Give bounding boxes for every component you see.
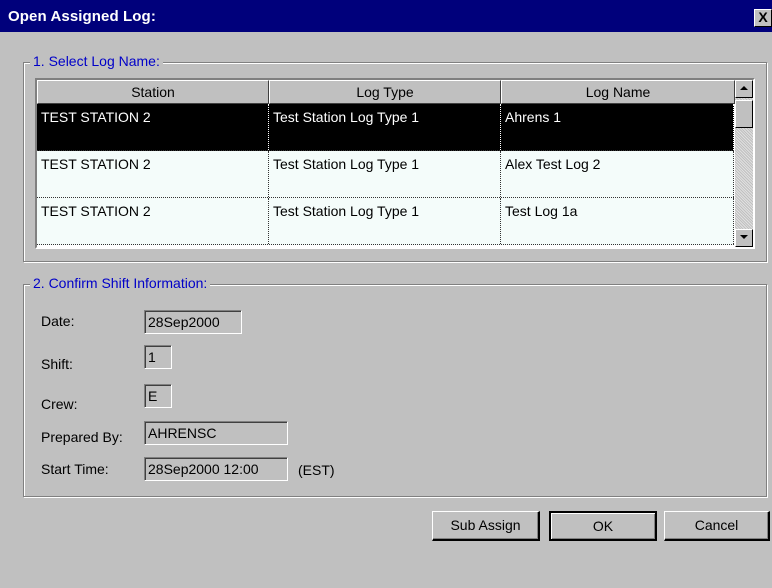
date-field[interactable]: 28Sep2000	[144, 310, 242, 334]
cell-station: TEST STATION 2	[37, 198, 269, 244]
close-button[interactable]: X	[754, 9, 772, 27]
scroll-thumb[interactable]	[735, 100, 753, 128]
crew-label: Crew:	[41, 396, 78, 412]
prepared-by-field[interactable]: AHRENSC	[144, 421, 288, 445]
table-row[interactable]: TEST STATION 2 Test Station Log Type 1 A…	[37, 104, 734, 151]
cell-log-name: Test Log 1a	[501, 198, 734, 244]
prepared-by-label: Prepared By:	[41, 429, 123, 445]
scroll-up-button[interactable]	[735, 80, 753, 98]
grid-header: Station Log Type Log Name	[37, 80, 737, 104]
confirm-shift-legend: 2. Confirm Shift Information:	[30, 275, 211, 291]
title-bar[interactable]: Open Assigned Log: X	[0, 0, 772, 32]
cell-log-name: Alex Test Log 2	[501, 151, 734, 197]
close-icon: X	[758, 9, 768, 25]
crew-field[interactable]: E	[144, 384, 172, 408]
cell-log-type: Test Station Log Type 1	[269, 104, 501, 150]
timezone-label: (EST)	[298, 462, 335, 478]
ok-button[interactable]: OK	[549, 511, 657, 541]
cancel-button[interactable]: Cancel	[664, 511, 770, 541]
arrow-down-icon	[740, 235, 748, 239]
dialog-window: Open Assigned Log: X 1. Select Log Name:…	[0, 0, 772, 588]
cell-station: TEST STATION 2	[37, 151, 269, 197]
select-log-legend: 1. Select Log Name:	[30, 53, 163, 69]
window-title: Open Assigned Log:	[8, 8, 156, 25]
arrow-up-icon	[740, 86, 748, 90]
column-header-log-name[interactable]: Log Name	[501, 80, 735, 104]
cell-log-type: Test Station Log Type 1	[269, 198, 501, 244]
column-header-station[interactable]: Station	[37, 80, 269, 104]
cell-station: TEST STATION 2	[37, 104, 269, 150]
shift-label: Shift:	[41, 356, 73, 372]
scroll-down-button[interactable]	[735, 229, 753, 247]
confirm-shift-group	[23, 284, 767, 497]
grid-scrollbar[interactable]	[735, 80, 753, 247]
table-row[interactable]: TEST STATION 2 Test Station Log Type 1 A…	[37, 151, 734, 198]
sub-assign-button[interactable]: Sub Assign	[432, 511, 540, 541]
start-time-label: Start Time:	[41, 461, 109, 477]
log-grid[interactable]: Station Log Type Log Name TEST STATION 2…	[35, 78, 755, 249]
cell-log-name: Ahrens 1	[501, 104, 734, 150]
date-label: Date:	[41, 313, 75, 329]
cell-log-type: Test Station Log Type 1	[269, 151, 501, 197]
table-row[interactable]: TEST STATION 2 Test Station Log Type 1 T…	[37, 198, 734, 245]
shift-field[interactable]: 1	[144, 345, 172, 369]
column-header-log-type[interactable]: Log Type	[269, 80, 501, 104]
start-time-field[interactable]: 28Sep2000 12:00	[144, 457, 288, 481]
